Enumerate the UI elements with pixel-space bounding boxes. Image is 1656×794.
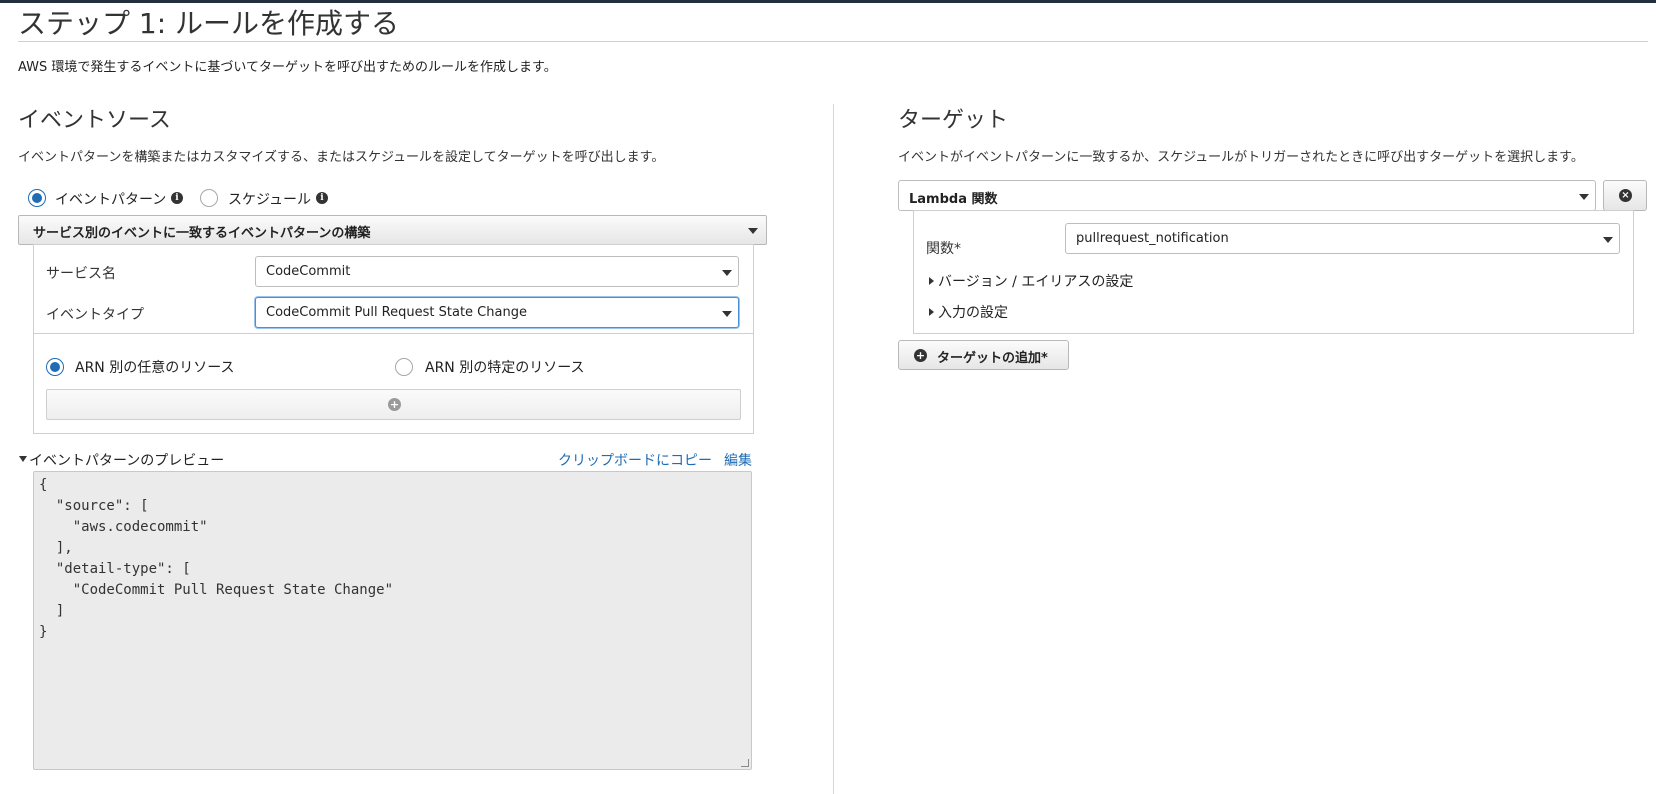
chevron-down-icon (1579, 194, 1589, 200)
plus-circle-icon: + (388, 398, 401, 411)
target-type-value: Lambda 関数 (909, 192, 998, 207)
event-pattern-radio[interactable] (28, 189, 46, 207)
preview-toggle[interactable]: イベントパターンのプレビュー (29, 450, 224, 470)
version-alias-toggle[interactable]: バージョン / エイリアスの設定 (938, 271, 1133, 291)
event-type-select[interactable]: CodeCommit Pull Request State Change (255, 297, 739, 328)
chevron-down-icon (722, 270, 732, 276)
info-icon[interactable]: i (171, 192, 183, 204)
title-divider (18, 41, 1648, 42)
specific-resource-label: ARN 別の特定のリソース (425, 360, 585, 376)
function-value: pullrequest_notification (1076, 231, 1229, 246)
edit-link[interactable]: 編集 (724, 450, 752, 470)
chevron-down-icon (748, 228, 758, 234)
caret-right-icon[interactable] (929, 308, 934, 316)
column-divider (833, 104, 834, 794)
close-circle-icon: × (1619, 189, 1632, 202)
specific-resource-radio[interactable] (395, 358, 413, 376)
chevron-down-icon (1603, 237, 1613, 243)
function-select[interactable]: pullrequest_notification (1065, 223, 1620, 254)
event-source-description: イベントパターンを構築またはカスタマイズする、またはスケジュールを設定してターゲ… (18, 150, 665, 165)
input-settings-toggle[interactable]: 入力の設定 (938, 302, 1008, 322)
resize-handle[interactable] (741, 759, 749, 767)
targets-description: イベントがイベントパターンに一致するか、スケジュールがトリガーされたときに呼び出… (898, 150, 1584, 165)
add-target-label: ターゲットの追加* (937, 351, 1048, 366)
pattern-builder-dropdown[interactable]: サービス別のイベントに一致するイベントパターンの構築 (18, 215, 767, 245)
plus-circle-icon: + (914, 349, 927, 362)
schedule-label: スケジュール (228, 192, 312, 208)
schedule-radio[interactable] (200, 189, 218, 207)
copy-to-clipboard-link[interactable]: クリップボードにコピー (558, 450, 712, 470)
event-type-label: イベントタイプ (46, 307, 144, 323)
event-pattern-code: { "source": [ "aws.codecommit" ], "detai… (39, 477, 394, 640)
function-label: 関数* (926, 241, 961, 257)
caret-right-icon[interactable] (929, 277, 934, 285)
info-icon[interactable]: i (316, 192, 328, 204)
caret-down-icon[interactable] (19, 456, 27, 462)
service-panel: サービス名 CodeCommit イベントタイプ CodeCommit Pull… (33, 244, 754, 334)
add-target-button[interactable]: + ターゲットの追加* (898, 340, 1069, 370)
event-source-title: イベントソース (18, 108, 171, 133)
service-name-value: CodeCommit (266, 264, 351, 279)
page-description: AWS 環境で発生するイベントに基づいてターゲットを呼び出すためのルールを作成し… (18, 60, 557, 75)
service-name-select[interactable]: CodeCommit (255, 256, 739, 287)
page-title: ステップ 1: ルールを作成する (18, 7, 400, 40)
target-config-panel: 関数* pullrequest_notification バージョン / エイリ… (913, 210, 1634, 334)
service-name-label: サービス名 (46, 266, 116, 282)
event-type-value: CodeCommit Pull Request State Change (266, 305, 527, 320)
targets-title: ターゲット (898, 108, 1009, 133)
target-type-select[interactable]: Lambda 関数 (898, 180, 1596, 211)
event-pattern-preview[interactable]: { "source": [ "aws.codecommit" ], "detai… (33, 471, 752, 770)
event-pattern-label: イベントパターン (55, 192, 167, 208)
add-resource-button[interactable]: + (46, 389, 741, 420)
any-resource-label: ARN 別の任意のリソース (75, 360, 235, 376)
pattern-builder-label: サービス別のイベントに一致するイベントパターンの構築 (33, 226, 371, 241)
chevron-down-icon (722, 311, 732, 317)
any-resource-radio[interactable] (46, 358, 64, 376)
remove-target-button[interactable]: × (1603, 180, 1647, 211)
